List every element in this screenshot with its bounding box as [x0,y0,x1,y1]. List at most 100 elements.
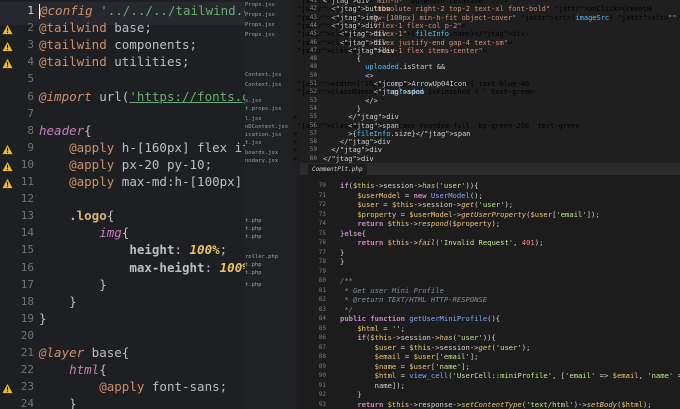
line-number: 12 [20,192,34,206]
file-item[interactable]: t.props.jsx [245,106,281,112]
code-line[interactable]: 20 [0,327,245,344]
token: } [39,310,47,326]
token: : [204,259,220,275]
code-text: </"jtag">div [323,154,374,163]
code-line[interactable]: 15 height: 100%; [0,241,245,258]
php-editor-pane[interactable]: CommentPlt.php 70 if($this->session->has(… [300,163,680,409]
line-number: 3 [27,38,34,52]
warning-icon[interactable] [2,178,13,189]
line-number: 2 [27,21,34,35]
token: @apply [69,174,115,189]
file-item[interactable]: Context.jsx [245,82,281,88]
code-text: } [39,293,77,310]
file-item[interactable]: t.php [245,226,262,232]
line-number: 21 [20,346,34,359]
file-item[interactable]: boards.jsx [245,150,278,156]
warning-icon[interactable] [2,41,13,52]
file-item[interactable]: t.php [245,270,262,276]
token: 100% [219,259,245,275]
code-line[interactable]: 10 @apply px-20 py-10; [0,156,245,173]
token: @apply [69,139,115,155]
warning-icon[interactable] [2,161,13,172]
file-item[interactable]: t.php [245,234,262,240]
token: utilities; [106,54,190,70]
code-line[interactable]: 16 max-height: 100%; [0,259,245,276]
warning-icon[interactable] [2,24,13,35]
token: @import [39,88,92,104]
code-line[interactable]: 24 } [0,395,245,409]
code-line[interactable]: 3 @tailwind components; [0,36,245,53]
code-text: @tailwind components; [39,36,197,53]
css-editor-pane[interactable]: 1@config '../../../tailwind.config.js';2… [0,0,245,409]
file-item[interactable]: l.jsx [245,116,262,122]
file-item[interactable]: nodary.jsx [245,158,278,164]
file-explorer-sidebar[interactable]: Props.jsx Props.jsx Props.jsx Props.jsx Cont… [245,0,295,409]
file-item[interactable]: t.php [245,262,262,268]
code-text: @layer base{ [39,344,129,361]
code-text: @apply h-[160px] flex items-start [39,139,245,156]
line-number: 22 [20,363,34,377]
code-line[interactable]: 22 html{ [0,361,245,378]
token: 'https://fonts.googleapis.com/css2' [129,88,245,104]
code-line[interactable]: 4 @tailwind utilities; [0,53,245,70]
file-item[interactable]: s.jsx [245,98,262,104]
jsx-editor-pane[interactable]: 41 <"jtag">div "jattr">className="min-h-"… [293,0,680,163]
token: { [121,225,130,241]
file-item[interactable]: Props.jsx [245,2,275,8]
code-line[interactable]: 6 @import url('https://fonts.googleapis.c… [0,88,245,105]
code-line[interactable]: 1 @config '../../../tailwind.config.js'; [0,2,245,19]
warning-icon[interactable] [2,144,13,155]
line-number: 93 [318,400,326,408]
warning-icon[interactable] [2,383,13,394]
code-line[interactable]: 19} [0,310,245,327]
code-line[interactable]: 13 .logo{ [0,207,245,224]
token: @tailwind [39,37,107,53]
token: @config [40,3,93,18]
code-text: @config '../../../tailwind.config.js'; [39,2,245,19]
file-item[interactable]: t.jsx [245,140,262,146]
file-item[interactable]: nDContext.jsx [245,124,288,130]
token: .logo [69,208,107,224]
token: @tailwind [39,54,107,70]
line-number: 16 [20,260,34,274]
file-item[interactable]: ication.jsx [245,132,281,138]
code-line[interactable]: 23 @apply font-sans; [0,378,245,395]
line-number: 13 [20,209,34,223]
token: font-sans; [144,379,228,395]
code-line[interactable]: 5 [0,70,245,87]
token: html [69,362,100,378]
code-line[interactable]: 12 [0,190,245,207]
code-line[interactable]: 17 } [0,276,245,293]
code-line[interactable]: 8 header{ [0,122,245,139]
line-number: 1 [27,4,34,17]
file-item[interactable]: Context.jsx [245,72,281,78]
file-item[interactable]: roller.php [245,254,278,260]
line-number: 5 [27,72,34,86]
file-item[interactable]: t.php [245,218,262,224]
code-line[interactable]: 9 @apply h-[160px] flex items-start [0,139,245,156]
line-number: 19 [20,311,34,325]
code-line[interactable]: 11 @apply max-md:h-[100px] max-md:px-5; [0,173,245,190]
code-text: return $this->response->setContentType('… [357,399,652,409]
code-text: height: 100%; [39,241,227,258]
tab-commentplt-php[interactable]: CommentPlt.php [308,164,367,175]
token: h-[160px] flex items-start [121,139,245,155]
token: ; [219,242,228,258]
token: } [69,293,77,309]
code-line[interactable]: 14 img{ [0,224,245,241]
code-line[interactable]: 2 @tailwind base; [0,19,245,36]
file-item[interactable]: Props.jsx [245,22,275,28]
file-item[interactable]: Props.jsx [245,12,275,18]
file-item[interactable]: Props.jsx [245,32,275,38]
code-line[interactable]: 93 return $this->response->setContentTyp… [300,400,680,409]
token: @layer [39,345,85,360]
code-text: @tailwind base; [39,19,152,36]
code-line[interactable]: 60 </"jtag">div > [293,154,680,163]
warning-icon[interactable] [2,58,13,69]
token: header [39,122,85,138]
code-line[interactable]: 21 @layer base{ [0,344,245,361]
code-line[interactable]: 18 } [0,293,245,310]
token: { [121,345,130,360]
file-item[interactable]: t.php [245,282,262,288]
code-line[interactable]: 7 [0,105,245,122]
